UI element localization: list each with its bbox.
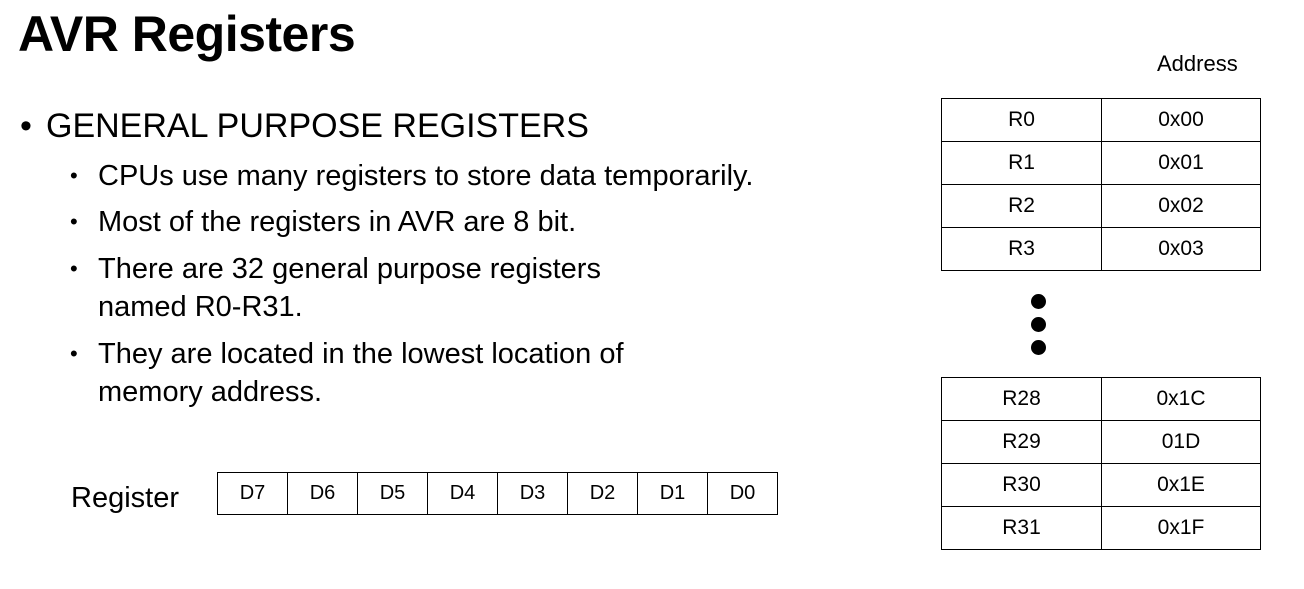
register-address: 0x00	[1101, 98, 1261, 142]
register-table-bottom: R28 0x1C R29 01D R30 0x1E R31 0x1F	[941, 377, 1261, 550]
table-row: R30 0x1E	[941, 463, 1261, 507]
table-row: R28 0x1C	[941, 377, 1261, 421]
bit-cell: D5	[357, 472, 428, 515]
register-name: R31	[941, 506, 1102, 550]
table-row: R3 0x03	[941, 227, 1261, 271]
sub-bullet-text: They are located in the lowest location …	[98, 338, 624, 408]
register-address: 0x1E	[1101, 463, 1261, 507]
bit-cell: D2	[567, 472, 638, 515]
register-address: 0x1F	[1101, 506, 1261, 550]
table-row: R1 0x01	[941, 141, 1261, 185]
bullet-dot: •	[70, 341, 78, 366]
bit-cell: D1	[637, 472, 708, 515]
bullet-dot: •	[20, 107, 32, 145]
vertical-ellipsis-icon	[1031, 294, 1049, 363]
sub-bullet-1: • CPUs use many registers to store data …	[70, 157, 838, 195]
sub-bullet-text: There are 32 general purpose registers n…	[98, 253, 601, 323]
slide-title: AVR Registers	[18, 6, 356, 62]
register-name: R1	[941, 141, 1102, 185]
bit-cell: D3	[497, 472, 568, 515]
ellipsis-dot	[1031, 340, 1046, 355]
sub-bullet-text: CPUs use many registers to store data te…	[98, 160, 754, 192]
register-address: 0x02	[1101, 184, 1261, 228]
bullet-dot: •	[70, 256, 78, 281]
table-row: R31 0x1F	[941, 506, 1261, 550]
sub-bullet-text: Most of the registers in AVR are 8 bit.	[98, 206, 577, 238]
ellipsis-dot	[1031, 294, 1046, 309]
bullet-dot: •	[70, 163, 78, 188]
register-label: Register	[71, 482, 179, 514]
register-address: 0x03	[1101, 227, 1261, 271]
register-address: 0x01	[1101, 141, 1261, 185]
bullet-dot: •	[70, 209, 78, 234]
register-address: 0x1C	[1101, 377, 1261, 421]
register-name: R28	[941, 377, 1102, 421]
register-name: R29	[941, 420, 1102, 464]
sub-bullet-3: • There are 32 general purpose registers…	[70, 250, 678, 326]
ellipsis-dot	[1031, 317, 1046, 332]
register-name: R0	[941, 98, 1102, 142]
sub-bullet-2: • Most of the registers in AVR are 8 bit…	[70, 203, 838, 241]
register-table-top: R0 0x00 R1 0x01 R2 0x02 R3 0x03	[941, 98, 1261, 271]
register-bits-table: D7 D6 D5 D4 D3 D2 D1 D0	[217, 472, 778, 515]
address-header: Address	[1157, 51, 1238, 76]
main-bullet: • GENERAL PURPOSE REGISTERS	[20, 104, 589, 148]
bit-cell: D4	[427, 472, 498, 515]
bits-row: D7 D6 D5 D4 D3 D2 D1 D0	[217, 472, 778, 515]
table-row: R0 0x00	[941, 98, 1261, 142]
register-name: R2	[941, 184, 1102, 228]
table-row: R2 0x02	[941, 184, 1261, 228]
register-name: R3	[941, 227, 1102, 271]
sub-bullet-4: • They are located in the lowest locatio…	[70, 335, 718, 411]
bit-cell: D0	[707, 472, 778, 515]
bit-cell: D7	[217, 472, 288, 515]
register-name: R30	[941, 463, 1102, 507]
main-bullet-text: GENERAL PURPOSE REGISTERS	[46, 107, 589, 145]
bit-cell: D6	[287, 472, 358, 515]
register-address: 01D	[1101, 420, 1261, 464]
table-row: R29 01D	[941, 420, 1261, 464]
